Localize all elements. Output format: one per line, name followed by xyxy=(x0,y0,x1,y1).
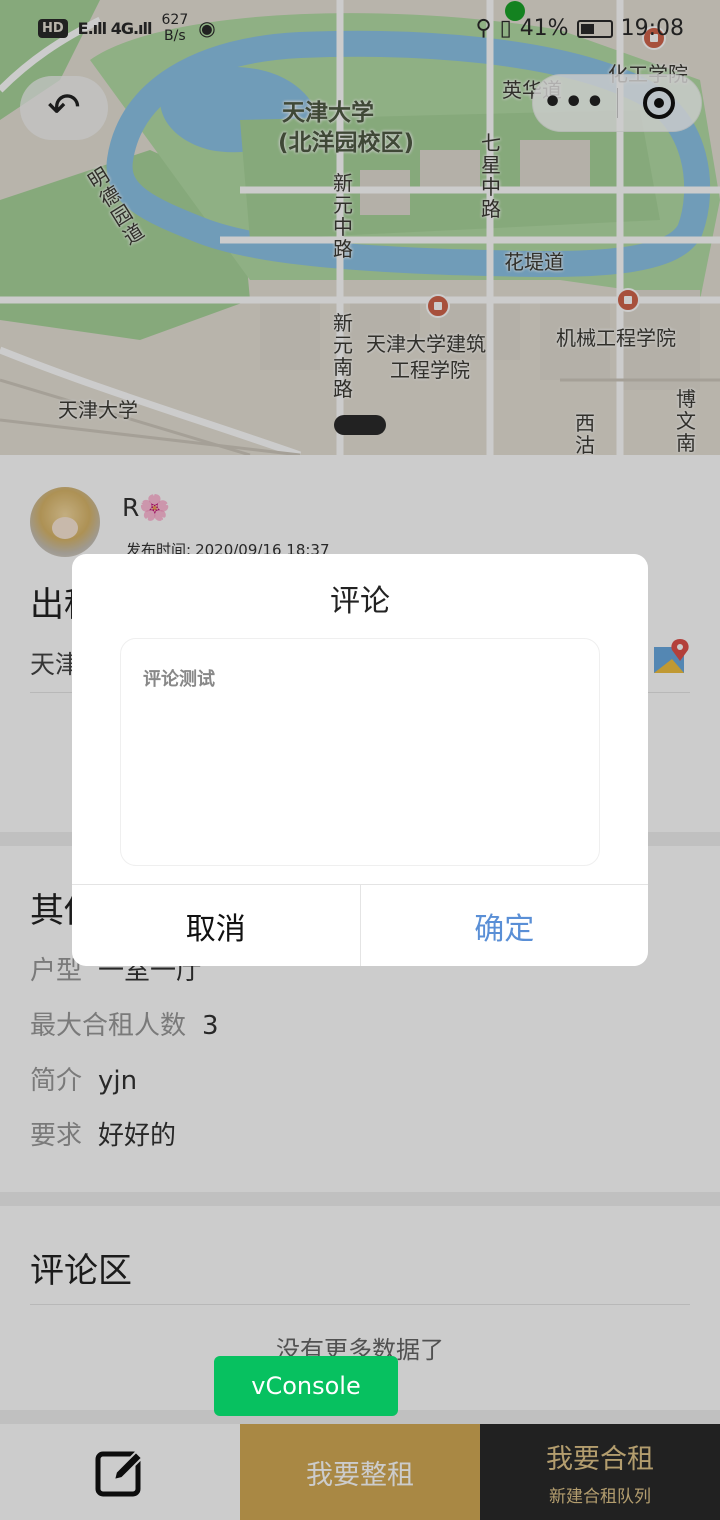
dialog-buttons: 取消 确定 xyxy=(72,884,648,966)
cancel-button[interactable]: 取消 xyxy=(72,885,361,966)
dialog-title: 评论 xyxy=(330,584,390,619)
confirm-button[interactable]: 确定 xyxy=(361,885,649,966)
comment-dialog: 评论 评论测试 取消 确定 xyxy=(72,554,648,966)
comment-textarea[interactable]: 评论测试 xyxy=(120,638,600,866)
vconsole-button[interactable]: vConsole xyxy=(214,1356,398,1416)
